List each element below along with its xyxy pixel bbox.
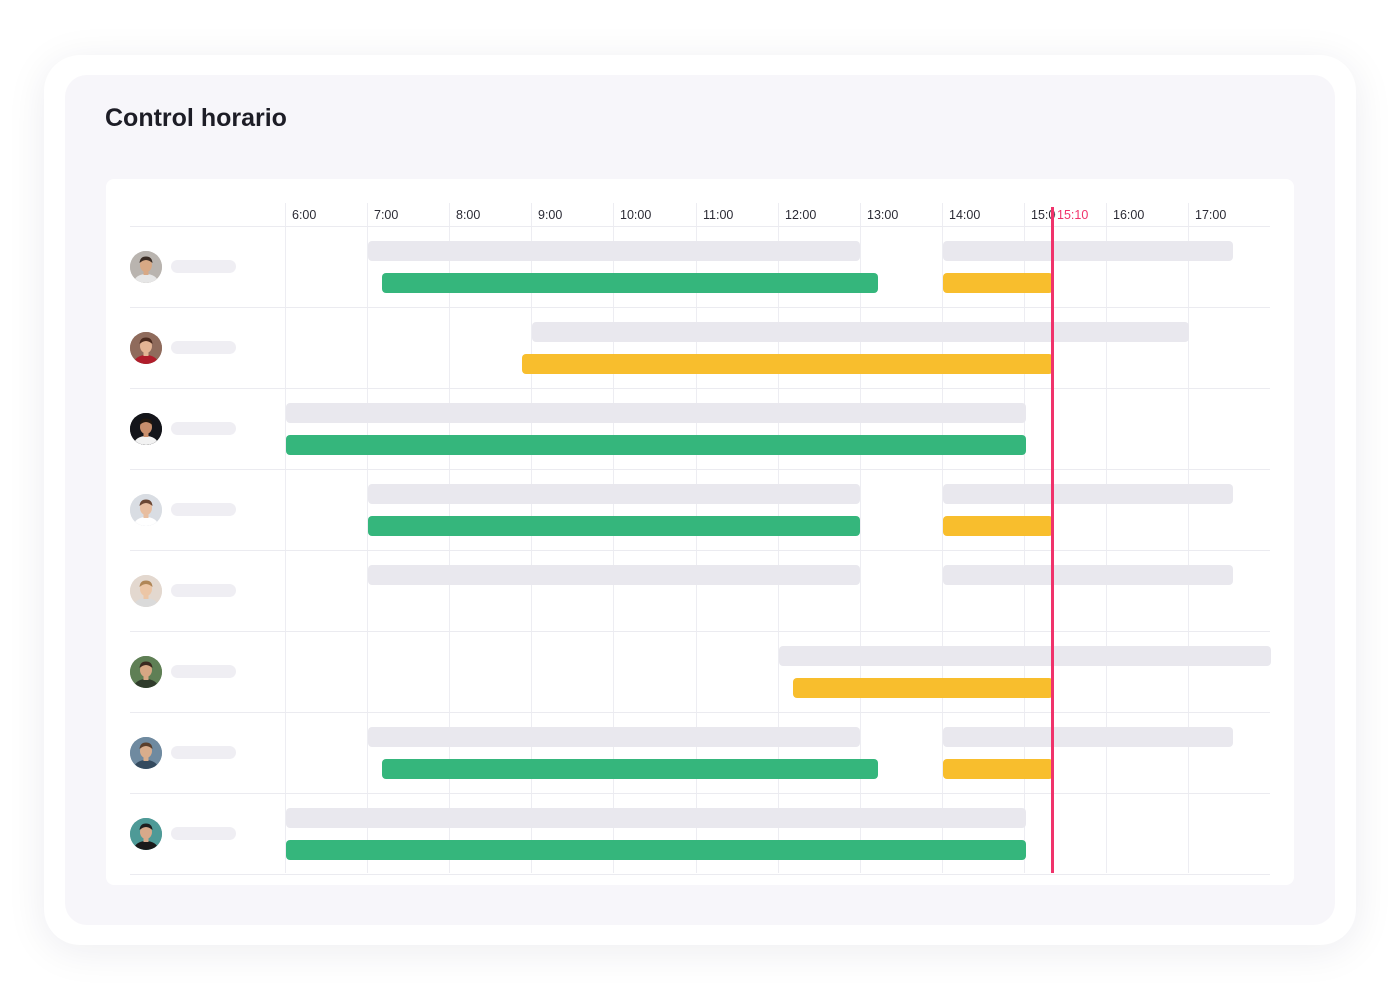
employee-avatar[interactable] xyxy=(130,251,162,283)
employee-avatar[interactable] xyxy=(130,818,162,850)
header-divider xyxy=(130,226,1270,227)
planned-shift-bar xyxy=(286,403,1026,423)
hour-label: 8:00 xyxy=(456,208,481,222)
row-divider xyxy=(130,388,1270,389)
worked-time-bar[interactable] xyxy=(368,516,860,536)
planned-shift-bar xyxy=(286,808,1026,828)
current-time-label: 15:10 xyxy=(1056,207,1091,223)
planned-shift-bar xyxy=(368,565,860,585)
employee-avatar[interactable] xyxy=(130,413,162,445)
employee-avatar[interactable] xyxy=(130,332,162,364)
hour-label: 11:00 xyxy=(703,208,734,222)
employee-name-placeholder xyxy=(171,665,236,678)
ongoing-time-bar[interactable] xyxy=(522,354,1053,374)
ongoing-time-bar[interactable] xyxy=(793,678,1053,698)
hour-label: 16:00 xyxy=(1113,208,1145,222)
page-title: Control horario xyxy=(105,104,287,132)
planned-shift-bar xyxy=(943,241,1233,261)
planned-shift-bar xyxy=(368,241,860,261)
planned-shift-bar xyxy=(943,484,1233,504)
hour-label: 17:00 xyxy=(1195,208,1227,222)
row-divider xyxy=(130,793,1270,794)
planned-shift-bar xyxy=(368,484,860,504)
employee-name-placeholder xyxy=(171,260,236,273)
ongoing-time-bar[interactable] xyxy=(943,273,1053,293)
hour-gridline xyxy=(367,203,368,873)
row-divider xyxy=(130,550,1270,551)
hour-gridline xyxy=(1188,203,1189,873)
hour-label: 13:00 xyxy=(867,208,899,222)
employee-avatar[interactable] xyxy=(130,737,162,769)
worked-time-bar[interactable] xyxy=(382,759,878,779)
hour-label: 7:00 xyxy=(374,208,399,222)
employee-name-placeholder xyxy=(171,827,236,840)
employee-name-placeholder xyxy=(171,746,236,759)
employee-avatar[interactable] xyxy=(130,656,162,688)
hour-label: 10:00 xyxy=(620,208,652,222)
employee-name-placeholder xyxy=(171,584,236,597)
hour-gridline xyxy=(285,203,286,873)
hour-label: 9:00 xyxy=(538,208,563,222)
hour-label: 12:00 xyxy=(785,208,817,222)
worked-time-bar[interactable] xyxy=(286,435,1026,455)
employee-name-placeholder xyxy=(171,422,236,435)
row-divider xyxy=(130,874,1270,875)
planned-shift-bar xyxy=(943,727,1233,747)
ongoing-time-bar[interactable] xyxy=(943,516,1053,536)
employee-avatar[interactable] xyxy=(130,575,162,607)
worked-time-bar[interactable] xyxy=(382,273,878,293)
ongoing-time-bar[interactable] xyxy=(943,759,1053,779)
planned-shift-bar xyxy=(779,646,1271,666)
worked-time-bar[interactable] xyxy=(286,840,1026,860)
employee-avatar[interactable] xyxy=(130,494,162,526)
employee-name-placeholder xyxy=(171,503,236,516)
employee-name-placeholder xyxy=(171,341,236,354)
hour-gridline xyxy=(1106,203,1107,873)
planned-shift-bar xyxy=(532,322,1189,342)
row-divider xyxy=(130,631,1270,632)
row-divider xyxy=(130,307,1270,308)
row-divider xyxy=(130,469,1270,470)
hour-label: 14:00 xyxy=(949,208,981,222)
planned-shift-bar xyxy=(943,565,1233,585)
row-divider xyxy=(130,712,1270,713)
planned-shift-bar xyxy=(368,727,860,747)
hour-label: 6:00 xyxy=(292,208,317,222)
current-time-line xyxy=(1051,207,1054,873)
